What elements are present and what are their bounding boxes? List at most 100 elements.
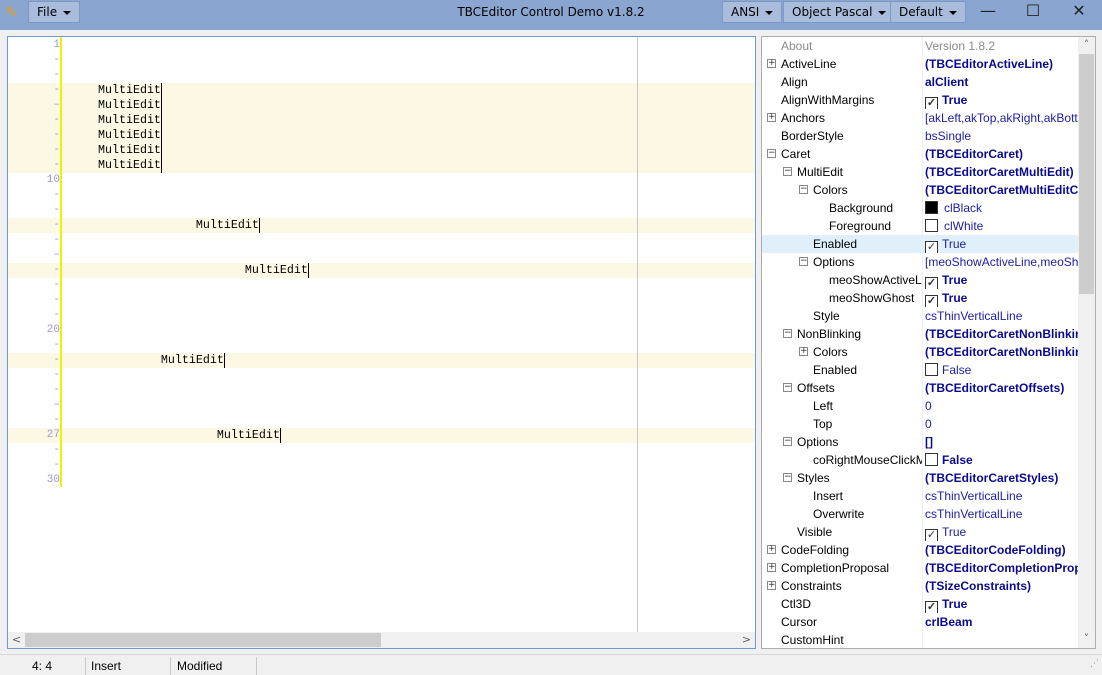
checkbox-checked-icon[interactable]: ✓ xyxy=(925,601,938,613)
property-row[interactable]: +Anchors[akLeft,akTop,akRight,akBottom] xyxy=(762,109,1078,127)
editor-line[interactable]: - xyxy=(8,53,755,68)
property-value[interactable]: ✓ True xyxy=(925,91,1078,109)
editor-line[interactable]: - MultiEdit xyxy=(8,353,755,368)
horizontal-scrollbar[interactable]: < > xyxy=(8,632,755,648)
property-row[interactable]: + ActiveLine (TBCEditorActiveLine) xyxy=(762,55,1078,73)
editor-line[interactable]: - MultiEdit xyxy=(8,128,755,143)
property-value[interactable]: [akLeft,akTop,akRight,akBottom] xyxy=(925,109,1078,127)
checkbox-checked-icon[interactable]: ✓ xyxy=(925,529,938,541)
property-row[interactable]: − Offsets (TBCEditorCaretOffsets) xyxy=(762,379,1078,397)
close-button[interactable]: ✕ xyxy=(1056,0,1102,24)
editor-line[interactable]: – xyxy=(8,248,755,263)
editor-line[interactable]: - xyxy=(8,338,755,353)
property-row[interactable]: Visible ✓ True xyxy=(762,523,1078,541)
maximize-button[interactable]: ☐ xyxy=(1010,0,1056,24)
property-row[interactable]: Background clBlack xyxy=(762,199,1078,217)
property-value[interactable]: 0 xyxy=(925,415,1078,433)
property-value[interactable]: [] xyxy=(925,433,1078,451)
editor-line[interactable]: - xyxy=(8,443,755,458)
property-row[interactable]: + CodeFolding (TBCEditorCodeFolding) xyxy=(762,541,1078,559)
editor-line[interactable]: - xyxy=(8,293,755,308)
property-value[interactable]: clBlack xyxy=(925,199,1078,217)
editor-line[interactable]: - xyxy=(8,68,755,83)
property-value[interactable]: ✓ True xyxy=(925,271,1078,289)
editor-line[interactable]: 27 MultiEdit xyxy=(8,428,755,443)
property-value[interactable]: [meoShowActiveLine,meoShowGhost] xyxy=(925,253,1078,271)
vertical-scroll-thumb[interactable] xyxy=(1079,54,1094,294)
checkbox-unchecked-icon[interactable] xyxy=(925,453,938,466)
property-row[interactable]: Ctl3D ✓ True xyxy=(762,595,1078,613)
encoding-dropdown[interactable]: ANSI xyxy=(722,1,783,23)
scroll-right-icon[interactable]: > xyxy=(738,632,755,648)
resize-grip-icon[interactable]: ⋰ xyxy=(1090,659,1099,669)
property-value[interactable]: (TBCEditorCompletionProposal) xyxy=(925,559,1078,577)
property-value[interactable]: (TBCEditorCaretNonBlinking) xyxy=(925,325,1078,343)
property-row[interactable]: − MultiEdit (TBCEditorCaretMultiEdit) xyxy=(762,163,1078,181)
property-value[interactable]: Version 1.8.2 xyxy=(925,37,1078,55)
checkbox-unchecked-icon[interactable] xyxy=(925,363,938,376)
property-value[interactable]: (TBCEditorActiveLine) xyxy=(925,55,1078,73)
property-value[interactable]: csThinVerticalLine xyxy=(925,505,1078,523)
property-row[interactable]: About Version 1.8.2 xyxy=(762,37,1078,55)
editor-line[interactable]: - xyxy=(8,233,755,248)
property-row[interactable]: CustomHint xyxy=(762,631,1078,648)
property-value[interactable] xyxy=(925,631,1078,648)
property-row[interactable]: Top 0 xyxy=(762,415,1078,433)
editor-line[interactable]: 20 xyxy=(8,323,755,338)
property-value[interactable]: (TBCEditorCaretNonBlinkingColors) xyxy=(925,343,1078,361)
editor-line[interactable]: - MultiEdit xyxy=(8,143,755,158)
horizontal-scroll-thumb[interactable] xyxy=(25,633,381,647)
checkbox-checked-icon[interactable]: ✓ xyxy=(925,295,938,307)
scroll-left-icon[interactable]: < xyxy=(8,632,25,648)
vertical-scrollbar[interactable]: ˄ ˅ xyxy=(1078,37,1095,648)
property-row[interactable]: − Options[] xyxy=(762,433,1078,451)
property-value[interactable]: False xyxy=(925,361,1078,379)
property-value[interactable]: ✓ True xyxy=(925,595,1078,613)
property-row[interactable]: Left 0 xyxy=(762,397,1078,415)
editor-line[interactable]: 30 xyxy=(8,473,755,488)
property-row[interactable]: + CompletionProposal (TBCEditorCompletionP… xyxy=(762,559,1078,577)
property-value[interactable]: bsSingle xyxy=(925,127,1078,145)
editor-line[interactable]: - xyxy=(8,383,755,398)
property-row[interactable]: Enabled False xyxy=(762,361,1078,379)
highlighter-dropdown[interactable]: Object Pascal xyxy=(783,1,896,23)
property-value[interactable]: False xyxy=(925,451,1078,469)
checkbox-checked-icon[interactable]: ✓ xyxy=(925,241,938,253)
editor-line[interactable]: - xyxy=(8,203,755,218)
property-value[interactable]: ✓ True xyxy=(925,523,1078,541)
editor-line[interactable]: - xyxy=(8,413,755,428)
property-value[interactable]: (TSizeConstraints) xyxy=(925,577,1078,595)
editor-line[interactable]: - MultiEdit xyxy=(8,113,755,128)
checkbox-checked-icon[interactable]: ✓ xyxy=(925,277,938,289)
minimize-button[interactable]: — xyxy=(965,0,1011,24)
property-value[interactable]: clWhite xyxy=(925,217,1078,235)
scroll-down-icon[interactable]: ˅ xyxy=(1078,631,1095,647)
editor-line[interactable]: - xyxy=(8,458,755,473)
scroll-up-icon[interactable]: ˄ xyxy=(1078,37,1095,53)
property-value[interactable]: alClient xyxy=(925,73,1078,91)
property-row[interactable]: − Caret (TBCEditorCaret) xyxy=(762,145,1078,163)
editor-line[interactable]: - xyxy=(8,308,755,323)
property-row[interactable]: meoShowGhost ✓ True xyxy=(762,289,1078,307)
property-row[interactable]: Align alClient xyxy=(762,73,1078,91)
property-row[interactable]: Enabled ✓ True xyxy=(762,235,1078,253)
color-scheme-dropdown[interactable]: Default xyxy=(890,1,966,23)
property-row[interactable]: AlignWithMargins ✓ True xyxy=(762,91,1078,109)
property-value[interactable]: csThinVerticalLine xyxy=(925,307,1078,325)
property-value[interactable]: (TBCEditorCaret) xyxy=(925,145,1078,163)
property-row[interactable]: Overwrite csThinVerticalLine xyxy=(762,505,1078,523)
property-value[interactable]: csThinVerticalLine xyxy=(925,487,1078,505)
property-row[interactable]: Insert csThinVerticalLine xyxy=(762,487,1078,505)
property-row[interactable]: coRightMouseClickMovesCaret False xyxy=(762,451,1078,469)
property-value[interactable]: ✓ True xyxy=(925,289,1078,307)
property-row[interactable]: Foreground clWhite xyxy=(762,217,1078,235)
editor-line[interactable]: - xyxy=(8,368,755,383)
property-row[interactable]: meoShowActiveLine✓ True xyxy=(762,271,1078,289)
property-row[interactable]: Style csThinVerticalLine xyxy=(762,307,1078,325)
property-row[interactable]: + Constraints (TSizeConstraints) xyxy=(762,577,1078,595)
property-value[interactable]: (TBCEditorCaretStyles) xyxy=(925,469,1078,487)
editor-line[interactable]: - MultiEdit xyxy=(8,263,755,278)
property-value[interactable]: (TBCEditorCodeFolding) xyxy=(925,541,1078,559)
property-row[interactable]: −Options[meoShowActiveLine,meoShowGhost] xyxy=(762,253,1078,271)
editor-line[interactable]: - MultiEdit xyxy=(8,218,755,233)
